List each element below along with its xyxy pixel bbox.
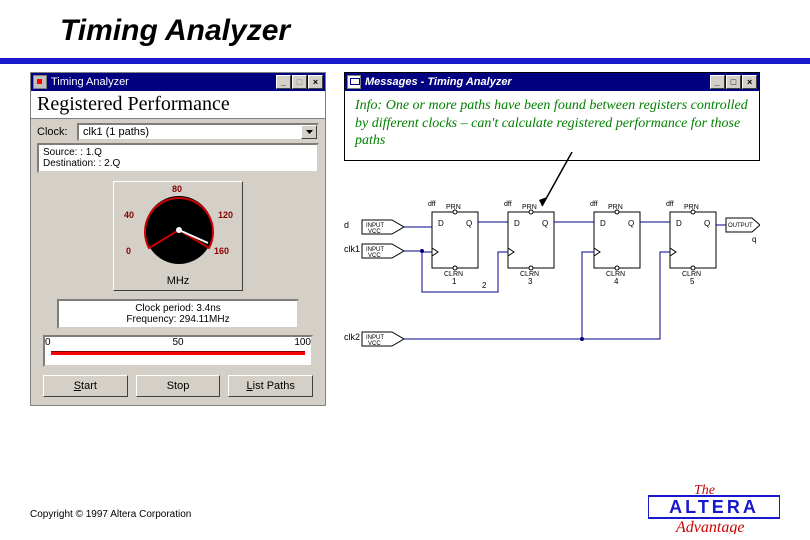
- tick-0: 0: [126, 246, 131, 256]
- copyright: Copyright © 1997 Altera Corporation: [30, 509, 191, 520]
- slider-max: 100: [294, 337, 311, 348]
- dest-text: Destination: : 2.Q: [43, 158, 313, 169]
- clock-row: Clock: clk1 (1 paths): [37, 123, 319, 141]
- source-text: Source: : 1.Q: [43, 147, 313, 158]
- titlebar: Timing Analyzer _ □ ×: [31, 73, 325, 91]
- timing-analyzer-window: Timing Analyzer _ □ × Registered Perform…: [30, 72, 326, 406]
- stop-button[interactable]: Stop: [136, 375, 221, 397]
- dff-4: [670, 204, 716, 278]
- maximize-button[interactable]: □: [292, 75, 307, 89]
- msg-app-icon: [347, 75, 361, 89]
- tick-160: 160: [214, 246, 229, 256]
- slide-title: Timing Analyzer: [0, 0, 810, 58]
- sig-d: d: [344, 220, 349, 230]
- dff-label-3: dff: [590, 201, 598, 208]
- gauge: 0 40 80 120 160 MHz: [113, 181, 243, 291]
- content-area: Timing Analyzer _ □ × Registered Perform…: [0, 64, 810, 414]
- clock-label: Clock:: [37, 126, 77, 138]
- gauge-unit: MHz: [114, 275, 242, 287]
- source-dest-box: Source: : 1.Q Destination: : 2.Q: [37, 143, 319, 173]
- section-title: Registered Performance: [31, 91, 325, 119]
- dff-num-2: 3: [528, 277, 533, 286]
- input-d: [362, 220, 404, 235]
- dff-1: [432, 204, 478, 278]
- slider-track: [51, 351, 305, 355]
- dff-label-1: dff: [428, 201, 436, 208]
- logo-slogan: Advantage: [675, 519, 744, 534]
- progress-slider[interactable]: 0 50 100: [43, 335, 313, 367]
- clock-value: clk1 (1 paths): [83, 126, 149, 138]
- sig-q: q: [752, 235, 756, 244]
- sig-clk2: clk2: [344, 332, 360, 342]
- minimize-button[interactable]: _: [276, 75, 291, 89]
- logo-brand: ALTERA: [669, 497, 759, 517]
- node-2: 2: [482, 281, 487, 290]
- msg-minimize-button[interactable]: _: [710, 75, 725, 89]
- tick-120: 120: [218, 210, 233, 220]
- dff-label-2: dff: [504, 201, 512, 208]
- dff-num-1: 1: [452, 277, 457, 286]
- msg-maximize-button[interactable]: □: [726, 75, 741, 89]
- dff-label-4: dff: [666, 201, 674, 208]
- dff-2: [508, 204, 554, 278]
- window-title: Timing Analyzer: [51, 76, 129, 88]
- close-button[interactable]: ×: [308, 75, 323, 89]
- clock-info-box: Clock period: 3.4ns Frequency: 294.11MHz: [57, 299, 299, 329]
- list-paths-button[interactable]: List Paths: [228, 375, 313, 397]
- gauge-dial: [132, 188, 226, 266]
- info-message: Info: One or more paths have been found …: [345, 91, 759, 160]
- app-icon: [33, 75, 47, 89]
- messages-window: Messages - Timing Analyzer _ □ × Info: O…: [344, 72, 760, 161]
- slider-min: 0: [45, 337, 51, 348]
- clock-period: Clock period: 3.4ns: [63, 303, 293, 314]
- start-button[interactable]: Start: [43, 375, 128, 397]
- dff-3: [594, 204, 640, 278]
- input-clk1: [362, 244, 404, 259]
- dropdown-icon[interactable]: [301, 125, 317, 139]
- frequency: Frequency: 294.11MHz: [63, 314, 293, 325]
- msg-window-title: Messages - Timing Analyzer: [365, 76, 512, 88]
- input-clk2: [362, 332, 404, 347]
- msg-titlebar: Messages - Timing Analyzer _ □ ×: [345, 73, 759, 91]
- tick-80: 80: [172, 184, 182, 194]
- altera-logo: The ALTERA Advantage: [648, 480, 780, 534]
- dff-num-4: 5: [690, 277, 695, 286]
- slider-mid: 50: [172, 337, 183, 348]
- dff-num-3: 4: [614, 277, 619, 286]
- tick-40: 40: [124, 210, 134, 220]
- output-label: OUTPUT: [728, 223, 753, 229]
- clock-select[interactable]: clk1 (1 paths): [77, 123, 319, 141]
- right-content: Messages - Timing Analyzer _ □ × Info: O…: [344, 72, 780, 406]
- msg-close-button[interactable]: ×: [742, 75, 757, 89]
- circuit-schematic: D Q PRN CLRN INPUT VCC d: [342, 152, 760, 362]
- sig-clk1: clk1: [344, 244, 360, 254]
